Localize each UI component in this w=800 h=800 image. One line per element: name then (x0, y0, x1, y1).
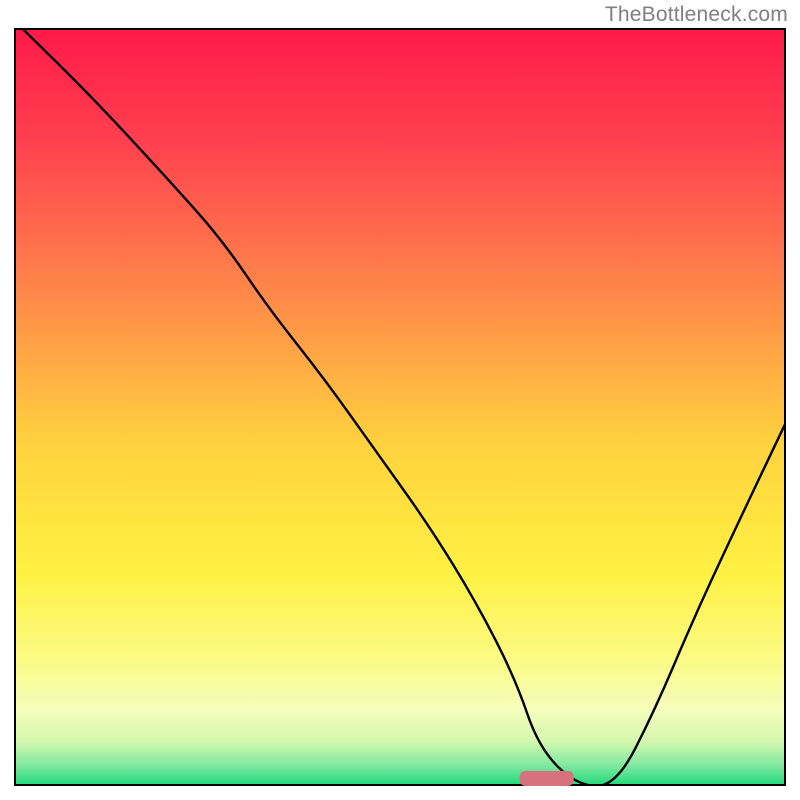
chart-svg (14, 28, 786, 786)
watermark-text: TheBottleneck.com (605, 3, 788, 27)
optimum-marker (520, 771, 574, 786)
chart-container (14, 28, 786, 786)
